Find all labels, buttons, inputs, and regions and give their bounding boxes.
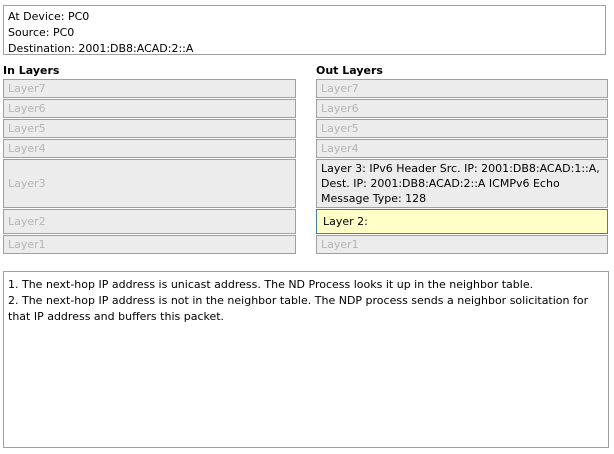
out-layer-5[interactable]: Layer5 xyxy=(316,119,608,138)
in-layer-2-label: Layer2 xyxy=(8,215,46,228)
detail-line-2: 2. The next-hop IP address is not in the… xyxy=(8,294,589,323)
out-layer-3-label: Layer 3: IPv6 Header Src. IP: 2001:DB8:A… xyxy=(321,162,600,205)
device-info-panel: At Device: PC0 Source: PC0 Destination: … xyxy=(3,5,606,55)
in-layer-5[interactable]: Layer5 xyxy=(3,119,296,138)
out-layer-7[interactable]: Layer7 xyxy=(316,79,608,98)
out-layer-2-selected[interactable]: Layer 2: xyxy=(316,209,608,234)
in-layer-6[interactable]: Layer6 xyxy=(3,99,296,118)
out-layer-4[interactable]: Layer4 xyxy=(316,139,608,158)
out-layers-header: Out Layers xyxy=(316,64,383,77)
out-layer-1-label: Layer1 xyxy=(321,238,359,251)
pdu-details-panel: 1. The next-hop IP address is unicast ad… xyxy=(3,271,609,448)
in-layer-6-label: Layer6 xyxy=(8,102,46,115)
in-layer-7[interactable]: Layer7 xyxy=(3,79,296,98)
out-layer-7-label: Layer7 xyxy=(321,82,359,95)
detail-line-1: 1. The next-hop IP address is unicast ad… xyxy=(8,278,534,291)
out-layer-5-label: Layer5 xyxy=(321,122,359,135)
destination-label: Destination: 2001:DB8:ACAD:2::A xyxy=(8,42,194,55)
out-layer-6[interactable]: Layer6 xyxy=(316,99,608,118)
out-layer-2-label: Layer 2: xyxy=(323,215,368,228)
at-device-label: At Device: PC0 xyxy=(8,10,90,23)
in-layer-1[interactable]: Layer1 xyxy=(3,235,296,254)
in-layer-4[interactable]: Layer4 xyxy=(3,139,296,158)
in-layer-4-label: Layer4 xyxy=(8,142,46,155)
in-layer-3[interactable]: Layer3 xyxy=(3,159,296,208)
out-layer-4-label: Layer4 xyxy=(321,142,359,155)
in-layer-5-label: Layer5 xyxy=(8,122,46,135)
in-layers-header: In Layers xyxy=(3,64,60,77)
out-layer-6-label: Layer6 xyxy=(321,102,359,115)
in-layer-2[interactable]: Layer2 xyxy=(3,209,296,234)
in-layer-1-label: Layer1 xyxy=(8,238,46,251)
in-layer-7-label: Layer7 xyxy=(8,82,46,95)
in-layer-3-label: Layer3 xyxy=(8,177,46,190)
out-layer-1[interactable]: Layer1 xyxy=(316,235,608,254)
source-label: Source: PC0 xyxy=(8,26,75,39)
out-layer-3[interactable]: Layer 3: IPv6 Header Src. IP: 2001:DB8:A… xyxy=(316,159,608,208)
